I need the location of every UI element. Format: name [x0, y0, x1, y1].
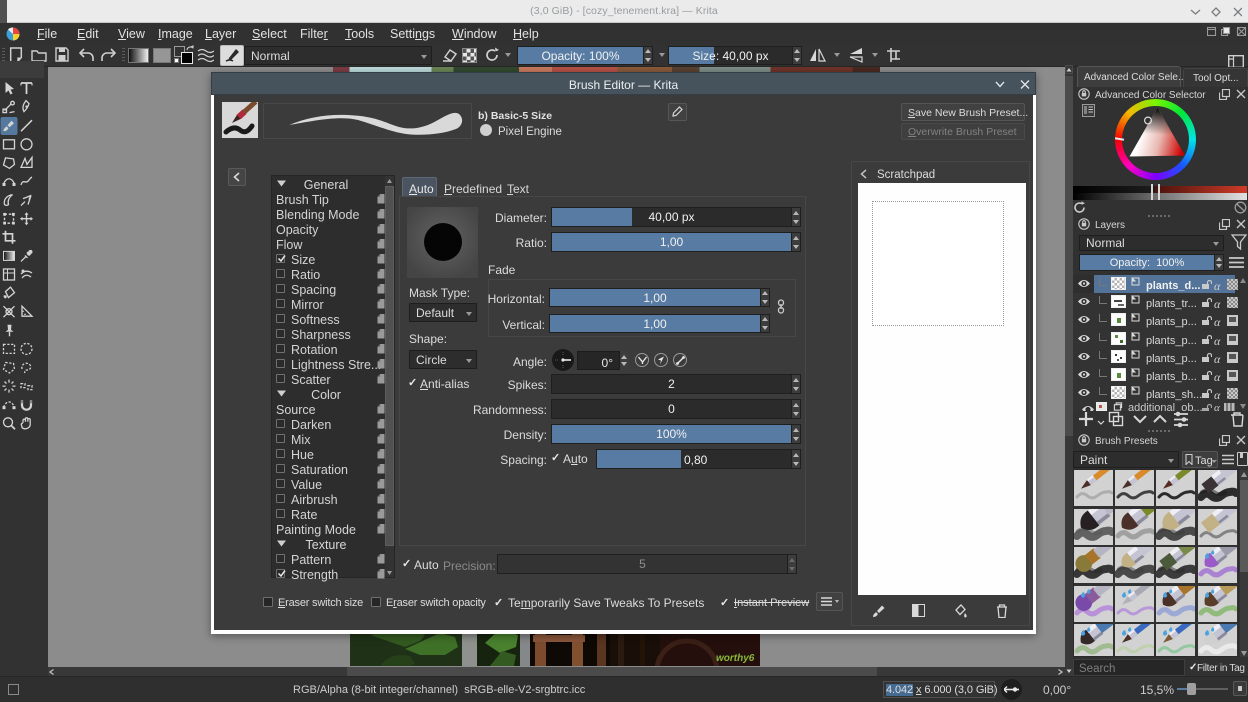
svg-text:worthy6: worthy6 [716, 653, 755, 664]
